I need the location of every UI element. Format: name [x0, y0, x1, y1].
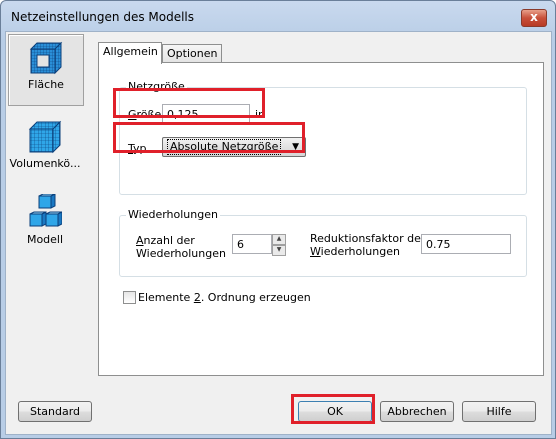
title-bar[interactable]: Netzeinstellungen des Modells x	[1, 1, 555, 31]
model-mesh-icon	[29, 193, 63, 227]
size-unit-label: in	[255, 108, 266, 121]
nav-item-flaeche[interactable]: Fläche	[8, 34, 84, 106]
tab-optionen[interactable]: Optionen	[162, 44, 222, 63]
second-order-label[interactable]: Elemente 2. Ordnung erzeugen	[138, 291, 311, 304]
close-button[interactable]: x	[521, 9, 547, 27]
size-input[interactable]: 0,125	[162, 104, 250, 124]
factor-input[interactable]: 0.75	[421, 234, 511, 254]
type-select[interactable]: Absolute Netzgröße ▼	[162, 137, 306, 157]
count-input[interactable]: 6	[232, 234, 272, 254]
nav-item-label: Fläche	[28, 78, 64, 91]
mesh-settings-dialog: Netzeinstellungen des Modells x Fläche V…	[0, 0, 556, 439]
chevron-down-icon: ▼	[292, 142, 299, 152]
surface-mesh-icon	[29, 41, 63, 75]
size-label: Größe	[128, 108, 162, 121]
window-title: Netzeinstellungen des Modells	[11, 10, 195, 24]
tab-allgemein[interactable]: Allgemein	[98, 42, 162, 64]
spin-down-icon[interactable]: ▼	[272, 245, 286, 256]
nav-item-modell[interactable]: Modell	[8, 193, 82, 254]
standard-button[interactable]: Standard	[18, 401, 92, 422]
type-label: Typ	[128, 142, 147, 155]
count-label: Anzahl der Wiederholungen	[136, 234, 226, 260]
nav-item-volumenkoerper[interactable]: Volumenkö...	[8, 120, 82, 180]
volume-mesh-icon	[28, 120, 62, 154]
ok-button[interactable]: OK	[298, 401, 372, 422]
spin-up-icon[interactable]: ▲	[272, 234, 286, 245]
group-title: Wiederholungen	[126, 208, 220, 221]
help-button[interactable]: Hilfe	[462, 401, 536, 422]
factor-label: Reduktionsfaktor der Wiederholungen	[310, 232, 426, 258]
group-title: Netzgröße	[126, 80, 187, 93]
cancel-button[interactable]: Abbrechen	[380, 401, 454, 422]
group-wiederholungen: Wiederholungen Anzahl der Wiederholungen …	[119, 208, 527, 277]
nav-item-label: Volumenkö...	[9, 157, 81, 170]
group-netzgroesse: Netzgröße Größe 0,125 in Typ Absolute Ne…	[119, 80, 527, 195]
nav-item-label: Modell	[26, 233, 64, 246]
second-order-checkbox[interactable]	[123, 291, 136, 304]
tab-panel-allgemein: Netzgröße Größe 0,125 in Typ Absolute Ne…	[98, 62, 544, 376]
dialog-client-area: Fläche Volumenkö... Modell Allgemein Opt…	[5, 31, 552, 435]
count-spinner[interactable]: ▲ ▼	[272, 234, 286, 256]
type-select-value: Absolute Netzgröße	[167, 139, 282, 155]
mesh-category-nav: Fläche Volumenkö... Modell	[8, 34, 84, 374]
